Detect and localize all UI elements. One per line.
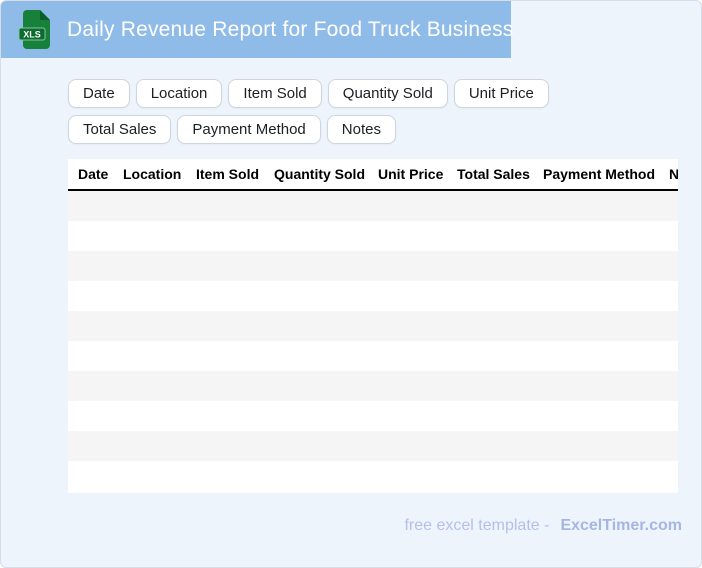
xls-file-icon: XLS xyxy=(18,10,50,49)
table-row xyxy=(68,371,678,401)
table-row xyxy=(68,461,678,491)
column-header-payment-method: Payment Method xyxy=(543,166,656,182)
table-header-row: Date Location Item Sold Quantity Sold Un… xyxy=(68,159,678,191)
column-header-unit-price: Unit Price xyxy=(378,166,444,182)
column-chip-list: Date Location Item Sold Quantity Sold Un… xyxy=(68,79,628,144)
chip-location[interactable]: Location xyxy=(135,79,223,108)
table-row xyxy=(68,221,678,251)
column-header-quantity-sold: Quantity Sold xyxy=(274,166,365,182)
table-row xyxy=(68,431,678,461)
spreadsheet-preview: Date Location Item Sold Quantity Sold Un… xyxy=(68,159,678,493)
title-banner: XLS Daily Revenue Report for Food Truck … xyxy=(1,1,514,58)
table-row xyxy=(68,341,678,371)
chip-total-sales[interactable]: Total Sales xyxy=(68,115,172,144)
table-row xyxy=(68,281,678,311)
table-row xyxy=(68,311,678,341)
column-header-item-sold: Item Sold xyxy=(196,166,260,182)
chip-item-sold[interactable]: Item Sold xyxy=(228,79,322,108)
chip-quantity-sold[interactable]: Quantity Sold xyxy=(327,79,448,108)
footer-credit: free excel template - ExcelTimer.com xyxy=(404,517,682,535)
chip-date[interactable]: Date xyxy=(68,79,130,108)
footer-text: free excel template - xyxy=(404,517,550,534)
column-header-total-sales: Total Sales xyxy=(457,166,530,182)
column-header-notes: Notes xyxy=(669,166,678,182)
table-row xyxy=(68,191,678,221)
page-title: Daily Revenue Report for Food Truck Busi… xyxy=(67,17,514,41)
template-preview-page: XLS Daily Revenue Report for Food Truck … xyxy=(0,0,702,568)
chip-notes[interactable]: Notes xyxy=(326,115,396,144)
table-body xyxy=(68,191,678,491)
column-header-location: Location xyxy=(123,166,182,182)
column-header-date: Date xyxy=(78,166,109,182)
footer-brand-link[interactable]: ExcelTimer.com xyxy=(560,517,682,535)
chip-unit-price[interactable]: Unit Price xyxy=(453,79,549,108)
xls-label: XLS xyxy=(23,30,41,40)
table-row xyxy=(68,401,678,431)
table-row xyxy=(68,251,678,281)
chip-payment-method[interactable]: Payment Method xyxy=(177,115,321,144)
